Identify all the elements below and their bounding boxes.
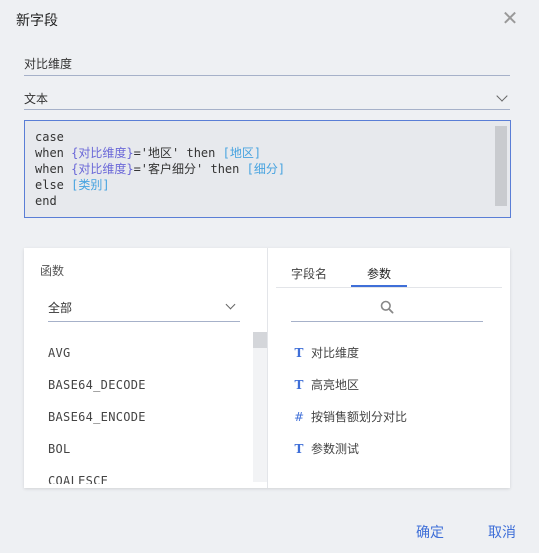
expression-editor[interactable]: case when {对比维度}='地区' then [地区] when {对比维度… — [24, 120, 511, 218]
function-list: AVG BASE64_DECODE BASE64_ENCODE BOL COAL… — [48, 342, 248, 484]
code-token: else — [35, 178, 72, 192]
editor-scrollbar[interactable] — [495, 126, 507, 206]
cancel-button[interactable]: 取消 — [488, 522, 516, 542]
search-icon — [380, 300, 394, 314]
right-tabs: 字段名 参数 — [276, 258, 502, 288]
function-item[interactable]: COALESCE — [48, 470, 248, 484]
code-token: ='地区' then — [133, 146, 223, 160]
parameter-item[interactable]: # 按销售额划分对比 — [292, 406, 502, 438]
field-reference: {对比维度} — [71, 162, 134, 176]
parameter-reference: [类别] — [71, 178, 110, 192]
field-reference: {对比维度} — [71, 146, 134, 160]
scrollbar-thumb[interactable] — [253, 332, 267, 348]
parameter-label: 对比维度 — [311, 346, 360, 360]
parameter-item[interactable]: T 对比维度 — [292, 342, 502, 374]
field-type-value: 文本 — [24, 92, 49, 106]
code-line: when {对比维度}='客户细分' then [细分] — [35, 161, 500, 177]
code-token: ='客户细分' then — [133, 162, 247, 176]
chevron-down-icon — [225, 299, 236, 310]
tab-parameters[interactable]: 参数 — [367, 265, 391, 282]
text-type-icon: T — [294, 346, 304, 360]
code-line: else [类别] — [35, 177, 500, 193]
functions-title: 函数 — [40, 264, 65, 278]
parameter-reference: [细分] — [246, 162, 286, 176]
number-type-icon: # — [293, 410, 305, 424]
parameter-item[interactable]: T 高亮地区 — [292, 374, 502, 406]
parameter-label: 参数测试 — [311, 442, 360, 456]
tab-field-names[interactable]: 字段名 — [291, 265, 327, 282]
parameter-reference: [地区] — [222, 146, 262, 160]
panel-divider — [267, 248, 268, 488]
code-token: when — [35, 146, 72, 160]
editor-code: case when {对比维度}='地区' then [地区] when {对比维度… — [35, 129, 500, 209]
chevron-down-icon — [496, 90, 508, 102]
field-name-input[interactable]: 对比维度 — [24, 52, 510, 76]
code-line: case — [35, 129, 500, 145]
confirm-button[interactable]: 确定 — [416, 522, 444, 542]
dialog-title: 新字段 — [16, 13, 58, 29]
function-item[interactable]: BOL — [48, 438, 248, 470]
code-line: when {对比维度}='地区' then [地区] — [35, 145, 500, 161]
text-type-icon: T — [294, 378, 304, 392]
function-item[interactable]: AVG — [48, 342, 248, 374]
code-line: end — [35, 193, 500, 209]
function-category-value: 全部 — [48, 301, 73, 315]
function-list-scrollbar[interactable] — [253, 332, 267, 482]
function-category-select[interactable]: 全部 — [48, 296, 240, 322]
code-token: end — [35, 194, 57, 208]
function-panel: 函数 全部 AVG BASE64_DECODE BASE64_ENCODE BO… — [24, 248, 510, 488]
parameter-search-input[interactable] — [291, 296, 483, 322]
parameter-label: 按销售额划分对比 — [311, 410, 408, 424]
active-tab-indicator — [351, 285, 407, 287]
function-item[interactable]: BASE64_ENCODE — [48, 406, 248, 438]
close-icon[interactable]: ✕ — [500, 8, 520, 28]
parameter-list: T 对比维度 T 高亮地区 # 按销售额划分对比 T 参数测试 — [292, 342, 502, 470]
parameter-item[interactable]: T 参数测试 — [292, 438, 502, 470]
code-token: case — [35, 130, 64, 144]
field-type-select[interactable]: 文本 — [24, 86, 510, 110]
parameter-label: 高亮地区 — [311, 378, 360, 392]
text-type-icon: T — [294, 442, 304, 456]
code-token: when — [35, 162, 72, 176]
function-item[interactable]: BASE64_DECODE — [48, 374, 248, 406]
